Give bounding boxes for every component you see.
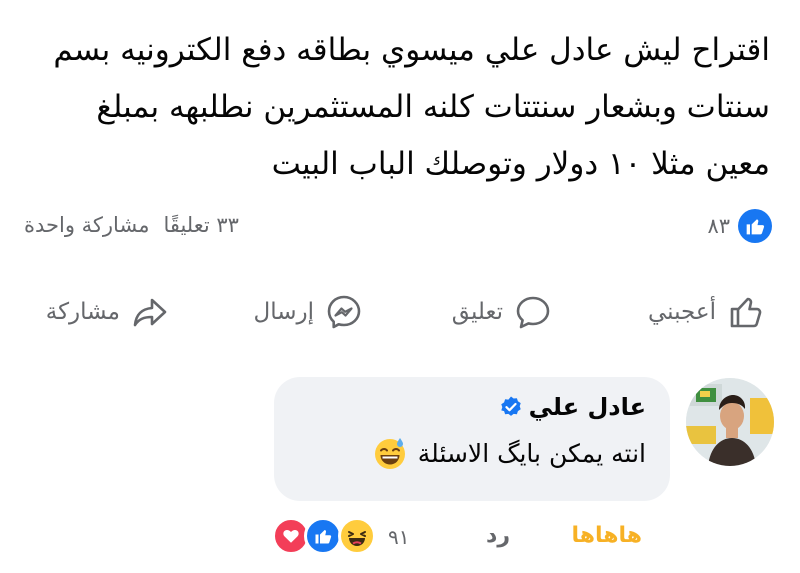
haha-reaction-icon: [338, 517, 376, 555]
speech-bubble-icon: [516, 296, 550, 329]
share-arrow-icon: [133, 298, 167, 327]
comment-author-name: عادل علي: [528, 393, 646, 421]
likes-count: ٨٣: [707, 214, 730, 238]
sweat-smile-emoji: [374, 438, 405, 469]
post-stats: ٨٣ ٣٣ تعليقًا مشاركة واحدة: [0, 206, 800, 246]
avatar[interactable]: [686, 378, 774, 466]
comment-text: انته يمكن بايگ الاسئلة: [417, 438, 646, 468]
thumbs-up-icon: [738, 209, 772, 243]
comment-actions: هاهاها رد ٩١: [0, 515, 800, 565]
post-action-bar: أعجبني تعليق إرسال مشاركة: [0, 285, 800, 339]
likes-summary[interactable]: ٨٣: [707, 209, 772, 243]
reply-link[interactable]: رد: [486, 523, 510, 548]
like-button[interactable]: أعجبني: [648, 285, 766, 339]
comment-label: تعليق: [451, 299, 503, 325]
like-reaction-icon: [304, 517, 342, 555]
share-label: مشاركة: [45, 299, 120, 325]
share-button[interactable]: مشاركة: [46, 285, 170, 339]
messenger-icon: [327, 295, 361, 329]
like-label: أعجبني: [647, 299, 716, 325]
shares-count[interactable]: مشاركة واحدة: [24, 213, 149, 237]
comment-bubble: عادل علي انته يمكن بايگ الاسئلة: [274, 377, 670, 501]
verified-badge-icon: [500, 396, 521, 416]
post-text: اقتراح ليش عادل علي ميسوي بطاقه دفع الكت…: [53, 32, 770, 182]
haha-reaction-link[interactable]: هاهاها: [571, 523, 642, 548]
comment-author[interactable]: عادل علي: [298, 393, 646, 421]
comment-reactions[interactable]: [272, 517, 382, 557]
comments-count[interactable]: ٣٣ تعليقًا: [163, 213, 239, 237]
comment-body: انته يمكن بايگ الاسئلة: [298, 435, 646, 471]
comment-reactions-count[interactable]: ٩١: [388, 525, 409, 549]
engagement-counts: ٣٣ تعليقًا مشاركة واحدة: [24, 213, 239, 237]
send-label: إرسال: [253, 299, 315, 325]
thumbs-up-outline-icon: [730, 297, 762, 328]
comment-button[interactable]: تعليق: [452, 285, 553, 339]
send-button[interactable]: إرسال: [254, 285, 365, 339]
